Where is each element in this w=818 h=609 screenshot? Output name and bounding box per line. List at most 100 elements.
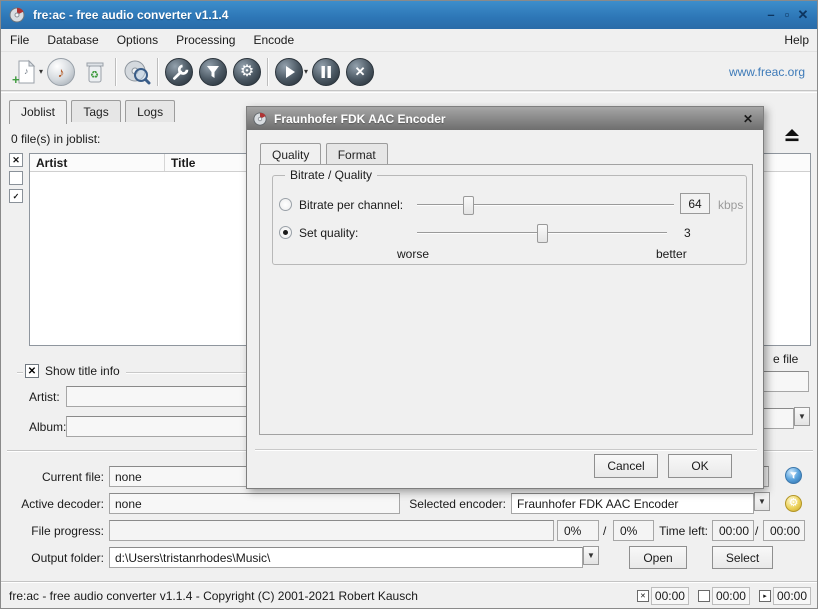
processing-funnel-icon[interactable] <box>785 467 802 484</box>
single-file-partial-label: e file <box>773 352 798 366</box>
cancel-button[interactable]: Cancel <box>594 454 658 478</box>
open-button[interactable]: Open <box>629 546 687 569</box>
menu-options[interactable]: Options <box>108 30 167 50</box>
selected-encoder-label: Selected encoder: <box>379 497 506 511</box>
window-title: fre:ac - free audio converter v1.1.4 <box>33 8 763 22</box>
encoder-settings-gear-icon[interactable]: ⚙ <box>785 495 802 512</box>
time-indicator-unselected: 00:00 <box>698 587 750 605</box>
eject-icon[interactable] <box>780 125 804 145</box>
column-header-artist: Artist <box>30 154 165 171</box>
freac-logo-icon <box>9 7 25 23</box>
artist-field[interactable] <box>66 386 247 407</box>
checked-box-icon: ✕ <box>637 590 649 602</box>
select-none-button[interactable] <box>9 171 23 185</box>
select-button[interactable]: Select <box>712 546 773 569</box>
selected-encoder-value: Fraunhofer FDK AAC Encoder <box>511 493 754 514</box>
menubar: File Database Options Processing Encode … <box>1 29 818 52</box>
freac-window: fre:ac - free audio converter v1.1.4 – ▫… <box>0 0 818 609</box>
tab-format[interactable]: Format <box>326 143 388 165</box>
artist-label: Artist: <box>29 390 65 404</box>
toolbar-separator <box>157 58 159 86</box>
cddb-query-button[interactable] <box>120 56 154 88</box>
add-file-dropdown-icon[interactable]: ▾ <box>39 67 43 76</box>
quality-value-label: 3 <box>684 226 691 240</box>
statusbar-text: fre:ac - free audio converter v1.1.4 - C… <box>9 589 628 603</box>
start-encoding-dropdown-icon[interactable]: ▾ <box>304 67 308 76</box>
window-titlebar: fre:ac - free audio converter v1.1.4 – ▫… <box>1 1 818 29</box>
chevron-down-icon[interactable]: ▼ <box>583 546 599 565</box>
freac-website-link[interactable]: www.freac.org <box>729 65 813 79</box>
svg-text:♻: ♻ <box>90 70 99 81</box>
bitrate-unit-label: kbps <box>718 198 743 212</box>
dialog-title: Fraunhofer FDK AAC Encoder <box>274 112 739 126</box>
bitrate-label: Bitrate per channel: <box>299 198 403 212</box>
menu-processing[interactable]: Processing <box>167 30 244 50</box>
svg-text:♪: ♪ <box>24 66 29 76</box>
freac-logo-icon <box>253 112 267 126</box>
ok-button[interactable]: OK <box>668 454 732 478</box>
worse-label: worse <box>397 247 429 261</box>
minimize-button[interactable]: – <box>763 7 779 23</box>
select-all-button[interactable]: ✕ <box>9 153 23 167</box>
wrench-button[interactable] <box>162 56 196 88</box>
quality-slider[interactable] <box>417 232 667 234</box>
output-folder-combo[interactable]: d:\Users\tristanrhodes\Music\ ▼ <box>109 547 598 568</box>
gear-button[interactable]: ⚙ <box>230 56 264 88</box>
toggle-selection-button[interactable]: ✓ <box>9 189 23 203</box>
menu-help[interactable]: Help <box>774 30 818 50</box>
output-folder-value: d:\Users\tristanrhodes\Music\ <box>109 547 583 568</box>
tab-logs[interactable]: Logs <box>125 100 175 122</box>
slash-separator: / <box>603 524 606 538</box>
music-file-button[interactable]: ♪ <box>44 56 78 88</box>
better-label: better <box>656 247 687 261</box>
menu-file[interactable]: File <box>1 30 38 50</box>
dialog-titlebar: Fraunhofer FDK AAC Encoder ✕ <box>247 107 763 130</box>
pause-encoding-button[interactable] <box>309 56 343 88</box>
toolbar-separator <box>115 58 117 86</box>
output-folder-label: Output folder: <box>1 551 104 565</box>
encoder-config-dialog: Fraunhofer FDK AAC Encoder ✕ Quality For… <box>246 106 764 489</box>
active-decoder-label: Active decoder: <box>1 497 104 511</box>
file-progress-bar <box>109 520 554 541</box>
close-button[interactable]: ✕ <box>795 7 811 23</box>
selected-encoder-combo[interactable]: Fraunhofer FDK AAC Encoder ▼ <box>511 493 769 514</box>
maximize-button[interactable]: ▫ <box>779 7 795 23</box>
bitrate-slider-thumb[interactable] <box>463 196 474 215</box>
show-title-info-label: Show title info <box>45 364 120 378</box>
set-quality-label: Set quality: <box>299 226 358 240</box>
toolbar-separator <box>267 58 269 86</box>
dialog-close-icon[interactable]: ✕ <box>739 112 757 126</box>
file-progress-label: File progress: <box>1 524 104 538</box>
stop-encoding-button[interactable]: ✕ <box>343 56 377 88</box>
tab-tags[interactable]: Tags <box>71 100 120 122</box>
show-title-info-checkbox[interactable]: ✕ Show title info <box>23 364 126 378</box>
time-value: 00:00 <box>651 587 689 605</box>
album-field[interactable] <box>66 416 247 437</box>
start-encoding-button[interactable] <box>272 56 306 88</box>
time-left-file: 00:00 <box>712 520 754 541</box>
chevron-down-icon[interactable]: ▼ <box>754 492 770 511</box>
tab-joblist[interactable]: Joblist <box>9 100 67 124</box>
groupbox-title: Bitrate / Quality <box>285 168 377 182</box>
menu-database[interactable]: Database <box>38 30 107 50</box>
play-box-icon: ▸ <box>759 590 771 602</box>
chevron-down-icon[interactable]: ▼ <box>794 407 810 426</box>
bitrate-slider[interactable] <box>417 204 674 206</box>
active-decoder-value: none <box>109 493 400 514</box>
time-value: 00:00 <box>773 587 811 605</box>
bitrate-radio[interactable] <box>279 198 292 211</box>
statusbar: fre:ac - free audio converter v1.1.4 - C… <box>1 581 818 609</box>
trash-button[interactable]: ♻ <box>78 56 112 88</box>
funnel-button[interactable] <box>196 56 230 88</box>
menu-encode[interactable]: Encode <box>244 30 303 50</box>
main-tabs: Joblist Tags Logs <box>9 100 176 124</box>
time-left-label: Time left: <box>656 524 708 538</box>
quality-slider-thumb[interactable] <box>537 224 548 243</box>
divider <box>255 449 757 451</box>
bitrate-value-field[interactable]: 64 <box>680 193 710 214</box>
set-quality-radio[interactable] <box>279 226 292 239</box>
album-label: Album: <box>29 420 65 434</box>
checkbox-mark: ✕ <box>25 364 39 378</box>
time-indicator-selected: ✕ 00:00 <box>637 587 689 605</box>
add-file-button[interactable]: ♪ + <box>7 56 41 88</box>
